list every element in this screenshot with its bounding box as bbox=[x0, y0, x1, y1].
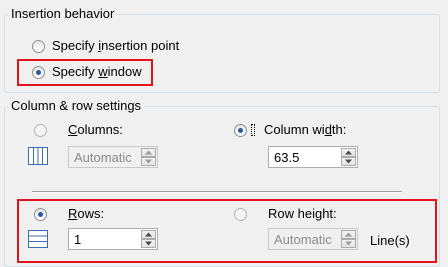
radio-dot bbox=[36, 70, 41, 75]
row-height-spin-up[interactable] bbox=[341, 230, 356, 239]
specify-window-label[interactable]: Specify window bbox=[52, 64, 142, 79]
arrow-up-icon bbox=[345, 232, 352, 237]
row-height-unit: Line(s) bbox=[370, 233, 410, 248]
arrow-up-icon bbox=[145, 232, 152, 237]
columns-value: Automatic bbox=[74, 150, 132, 165]
radio-dot bbox=[238, 128, 243, 133]
arrow-up-icon bbox=[345, 150, 352, 155]
columns-label[interactable]: Columns: bbox=[68, 122, 123, 137]
specify-insertion-point-radio[interactable] bbox=[32, 40, 45, 53]
column-width-value: 63.5 bbox=[274, 150, 300, 165]
arrow-down-icon bbox=[345, 159, 352, 164]
arrow-down-icon bbox=[145, 159, 152, 164]
rows-radio[interactable] bbox=[34, 208, 47, 221]
column-width-spin-up[interactable] bbox=[341, 148, 356, 157]
rows-spin-buttons bbox=[141, 230, 156, 248]
arrow-down-icon bbox=[145, 241, 152, 246]
rows-label[interactable]: Rows: bbox=[68, 206, 104, 221]
column-width-spinner[interactable]: 63.5 bbox=[268, 146, 358, 168]
row-height-spinner[interactable]: Automatic bbox=[268, 228, 358, 250]
row-height-spin-down[interactable] bbox=[341, 239, 356, 248]
arrow-down-icon bbox=[345, 241, 352, 246]
rows-separator bbox=[32, 191, 402, 193]
arrow-up-icon bbox=[145, 150, 152, 155]
row-height-value: Automatic bbox=[274, 232, 332, 247]
column-width-radio[interactable] bbox=[234, 124, 247, 137]
columns-spin-buttons bbox=[141, 148, 156, 166]
column-width-spin-down[interactable] bbox=[341, 157, 356, 166]
focus-indicator bbox=[251, 124, 255, 136]
specify-window-radio[interactable] bbox=[32, 66, 45, 79]
column-row-settings-legend: Column & row settings bbox=[8, 98, 145, 113]
columns-spinner[interactable]: Automatic bbox=[68, 146, 158, 168]
columns-icon bbox=[28, 147, 48, 165]
columns-spin-down[interactable] bbox=[141, 157, 156, 166]
radio-dot bbox=[38, 212, 43, 217]
column-width-label[interactable]: Column width: bbox=[264, 122, 346, 137]
column-width-spin-buttons bbox=[341, 148, 356, 166]
rows-spin-up[interactable] bbox=[141, 230, 156, 239]
columns-radio[interactable] bbox=[34, 124, 47, 137]
rows-spin-down[interactable] bbox=[141, 239, 156, 248]
specify-insertion-point-label[interactable]: Specify insertion point bbox=[52, 38, 179, 53]
row-height-radio[interactable] bbox=[234, 208, 247, 221]
row-height-label[interactable]: Row height: bbox=[268, 206, 337, 221]
columns-spin-up[interactable] bbox=[141, 148, 156, 157]
insertion-behavior-legend: Insertion behavior bbox=[8, 6, 118, 21]
rows-icon bbox=[28, 230, 48, 248]
row-height-spin-buttons bbox=[341, 230, 356, 248]
rows-spinner[interactable]: 1 bbox=[68, 228, 158, 250]
rows-value: 1 bbox=[74, 232, 82, 247]
